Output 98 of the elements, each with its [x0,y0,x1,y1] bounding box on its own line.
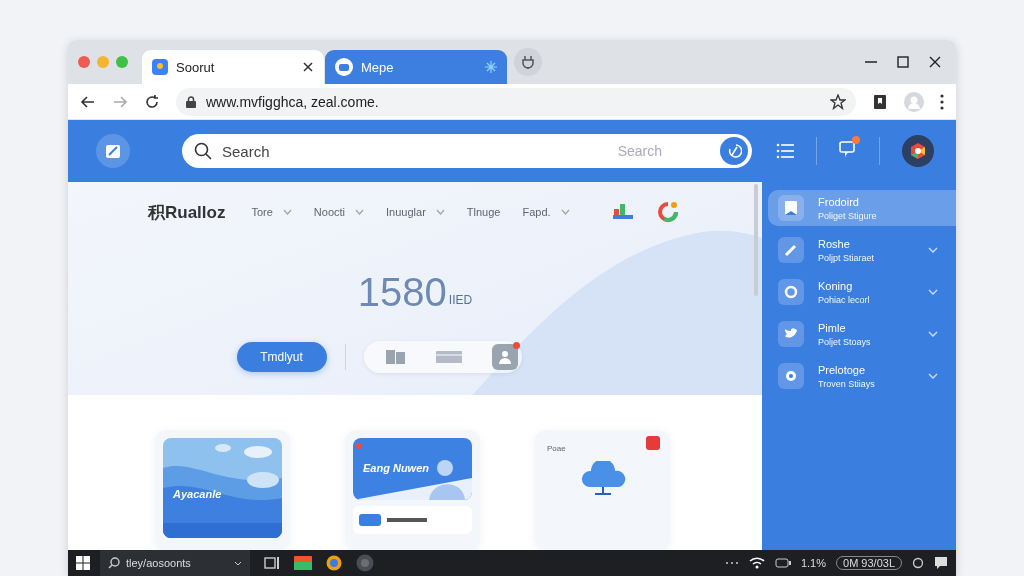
browser-icon[interactable] [326,555,342,571]
sidebar-item[interactable]: Koning Pohiac lecorl [768,274,956,310]
nav-menu[interactable]: Inuuglar [386,206,445,218]
chart-icon[interactable] [611,201,634,219]
plug-icon [521,55,535,69]
sparkle-icon[interactable] [485,61,497,73]
voice-button[interactable] [720,137,748,165]
item-title: Frodoird [818,195,860,208]
sidebar-item[interactable]: Prelotoge Troven Stiiays [768,358,956,394]
reload-icon[interactable] [144,93,160,110]
list-icon[interactable] [776,143,794,159]
robot-icon [335,58,353,76]
sync-icon[interactable] [912,557,924,569]
stat-value: 1580 [357,270,447,315]
pen-icon [783,242,799,258]
wifi-icon[interactable] [748,557,765,569]
user-icon [497,350,512,364]
caret-icon [435,209,445,215]
settings-icon [783,368,799,384]
chevron-icon [928,373,938,379]
item-title: Prelotoge [818,363,867,376]
browser-tab[interactable]: Soorut [142,50,324,84]
card-title: Eang Nuwen [363,462,429,474]
search-icon [108,557,120,569]
tag-chip [359,514,381,526]
chevron-icon [234,560,242,566]
chevron-icon [928,289,938,295]
nav-menu[interactable]: Tore [251,206,292,218]
logo-button[interactable] [96,134,130,168]
profile-avatar[interactable] [902,135,934,167]
close-dot[interactable] [78,56,90,68]
item-subtitle: Troven Stiiays [818,378,876,389]
chevron-icon [928,247,938,253]
back-icon[interactable] [80,93,96,110]
book-icon[interactable] [385,349,406,365]
battery-level: 1.1% [800,557,826,569]
search-field[interactable]: Search [220,141,610,161]
maximize-icon[interactable] [896,55,910,69]
content-card[interactable]: Poae [535,430,670,550]
sidebar-item[interactable]: Pimle Poljet Stoays [768,316,956,352]
forward-icon[interactable] [112,93,128,110]
view-toggle[interactable] [363,341,522,373]
close-icon[interactable] [302,61,314,73]
card-label: Poae [547,444,567,453]
browser-tab[interactable]: Mepe [325,50,507,84]
caret-icon [560,209,570,215]
chat-icon [839,140,857,158]
app-icon [152,59,168,75]
maximize-dot[interactable] [116,56,128,68]
sidebar-item[interactable]: Frodoird Poliget Stigure [768,190,956,226]
edit-icon [105,143,121,159]
nav-menu[interactable]: Fapd. [522,206,570,218]
tab-title: Mepe [361,59,395,75]
item-subtitle: Poljpt Stiaraet [818,252,876,263]
battery-icon[interactable] [774,558,791,568]
item-subtitle: Pohiac lecorl [818,294,871,305]
notification-badge [852,136,860,144]
item-subtitle: Poliget Stigure [818,210,878,221]
ring-icon[interactable] [657,201,678,223]
flag-icon [646,436,660,450]
extension-button[interactable] [514,48,542,76]
caret-icon [355,209,365,215]
close-icon[interactable] [928,55,942,69]
star-icon[interactable] [830,93,846,110]
item-subtitle: Poljet Stoays [818,336,872,347]
user-button[interactable] [491,344,518,370]
swirl-icon [726,143,742,159]
stat-unit: IIED [448,293,473,307]
bookmark-icon[interactable] [872,93,888,110]
primary-button[interactable]: Tmdlyut [236,342,327,372]
app-icon[interactable] [356,554,374,572]
taskbar-search[interactable]: tley/aosoonts [100,550,250,576]
chevron-icon [928,331,938,337]
task-view-icon[interactable] [264,556,280,570]
search-hint: Search [617,143,662,159]
nav-menu[interactable]: Tlnuge [466,206,501,218]
lock-icon [186,95,196,108]
minimize-dot[interactable] [97,56,109,68]
item-title: Koning [818,279,854,292]
more-icon[interactable] [724,561,739,565]
address-field[interactable]: www.mvfigghca, zeal.come. [176,87,856,116]
nav-menu[interactable]: Noocti [313,206,365,218]
item-title: Pimle [818,321,847,334]
caret-icon [282,209,292,215]
item-title: Roshe [818,237,851,250]
search-bar[interactable]: Search Search [182,134,752,168]
search-icon [194,142,212,160]
content-card[interactable]: Eang Nuwen [345,430,480,550]
content-card[interactable]: Ayacanle [155,430,290,550]
card-title: Ayacanle [173,488,222,500]
more-icon[interactable] [940,93,944,110]
brand-logo: 积Rualloz [148,201,226,224]
doc-icon [783,200,799,216]
sidebar-item[interactable]: Roshe Poljpt Stiaraet [768,232,956,268]
notification-badge [512,342,520,349]
tab-title: Soorut [176,59,216,75]
notification-icon[interactable] [934,556,948,570]
windows-icon[interactable] [76,556,90,570]
